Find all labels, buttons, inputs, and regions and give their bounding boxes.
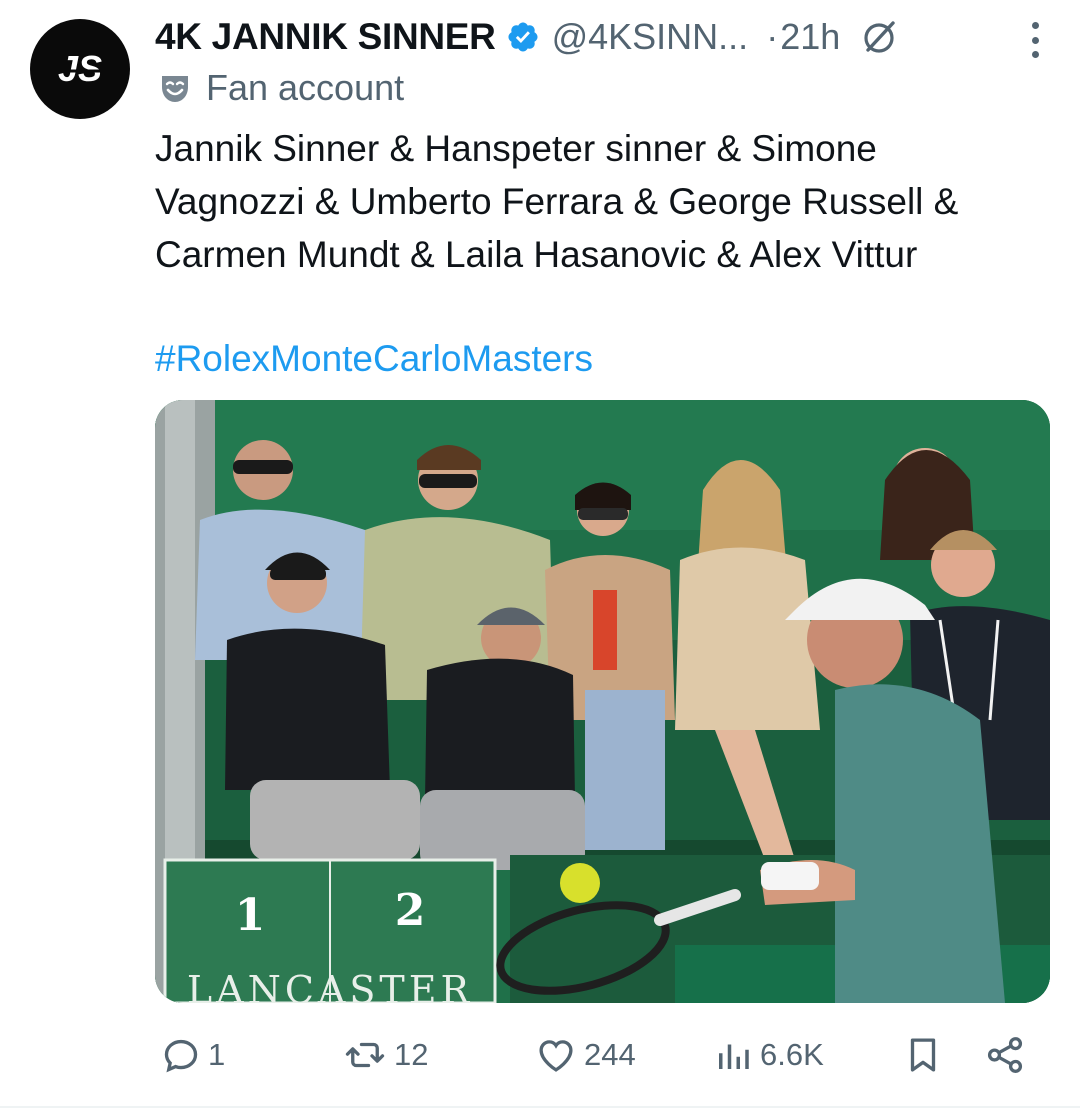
separator-dot: ·: [766, 16, 779, 57]
like-button[interactable]: 244: [534, 1030, 636, 1080]
svg-text:1: 1: [235, 890, 266, 941]
action-bar: 1 12 244 6.6K: [160, 1030, 1030, 1080]
reply-count: 1: [208, 1037, 226, 1072]
divider: [0, 1106, 1080, 1108]
grok-icon[interactable]: [860, 17, 900, 57]
hashtag-link[interactable]: #RolexMonteCarloMasters: [155, 334, 593, 384]
reply-button[interactable]: 1: [160, 1030, 225, 1080]
tweet-photo[interactable]: 1 2 LANCASTER: [155, 400, 1050, 1003]
mask-icon: [158, 71, 192, 105]
user-handle[interactable]: @4KSINN...: [552, 16, 749, 58]
fan-account-text: Fan account: [206, 67, 405, 108]
views-button[interactable]: 6.6K: [712, 1030, 824, 1080]
bookmark-icon: [902, 1034, 944, 1076]
svg-text:2: 2: [395, 885, 426, 936]
stadium-photo-illustration: 1 2 LANCASTER: [155, 400, 1050, 1003]
tweet-header: 4K JANNIK SINNER @4KSINN... · 21h: [155, 12, 900, 62]
view-count: 6.6K: [760, 1037, 824, 1072]
reply-icon: [160, 1034, 202, 1076]
like-icon: [534, 1034, 578, 1076]
tweet-text: Jannik Sinner & Hanspeter sinner & Simon…: [155, 128, 959, 275]
svg-text:LANCASTER: LANCASTER: [187, 968, 473, 1003]
tweet: JS 4K JANNIK SINNER @4KSINN... · 21h Fan…: [0, 0, 1080, 1114]
like-count: 244: [584, 1037, 636, 1072]
verified-icon[interactable]: [506, 20, 540, 54]
display-name[interactable]: 4K JANNIK SINNER: [155, 16, 496, 58]
timestamp[interactable]: 21h: [780, 16, 840, 58]
bookmark-button[interactable]: [902, 1030, 944, 1080]
more-icon[interactable]: [1030, 22, 1040, 58]
svg-text:JS: JS: [58, 48, 102, 89]
share-icon: [984, 1034, 1026, 1076]
views-icon: [712, 1034, 754, 1076]
share-button[interactable]: [984, 1030, 1026, 1080]
fan-account-label: Fan account: [158, 66, 404, 110]
repost-count: 12: [394, 1037, 429, 1072]
repost-button[interactable]: 12: [342, 1030, 428, 1080]
repost-icon: [342, 1034, 388, 1076]
avatar[interactable]: JS: [30, 19, 130, 119]
js-logo-icon: JS: [50, 48, 110, 89]
